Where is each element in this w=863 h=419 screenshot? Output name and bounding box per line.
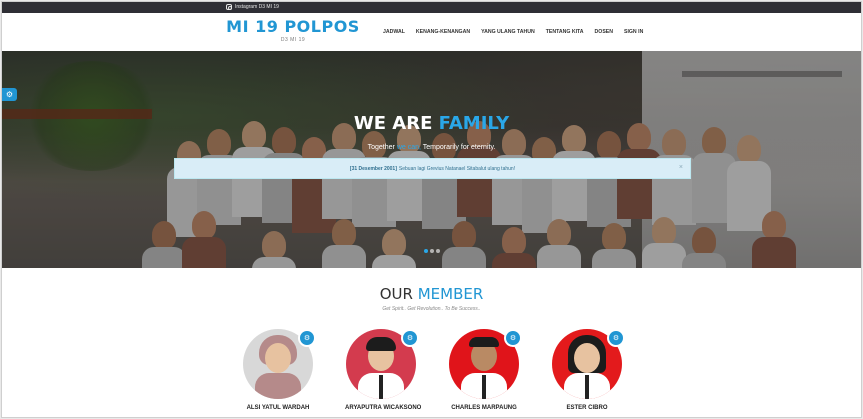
main-nav: JADWAL KENANG-KENANGAN YANG ULANG TAHUN … [383,29,654,35]
member-badge-icon[interactable]: ⚙ [401,329,419,347]
member-photo-face [574,343,600,373]
nav-ulang-tahun[interactable]: YANG ULANG TAHUN [481,29,535,35]
hero-subtitle-accent: we can, [396,144,421,151]
hero-carousel: WE ARE FAMILY Together we can, Temporari… [2,51,861,268]
alert-text: Sebuan lagi Grevius Natanael Sitabalut u… [398,165,516,172]
brand-title: MI 19 POLPOS [226,17,360,36]
member-photo-face [265,343,291,373]
member-badge-icon[interactable]: ⚙ [607,329,625,347]
member-name: CHARLES MARPAUNG [451,405,517,411]
member-badge-icon[interactable]: ⚙ [504,329,522,347]
brand-subtitle: D3 MI 19 [280,37,306,43]
members-tagline: Get Spirit.. Get Revolution.. To Be Succ… [382,306,481,312]
hero-title-text: WE ARE [353,113,439,134]
members-section-title: OUR MEMBER [2,285,861,303]
hero-title: WE ARE FAMILY [2,113,861,134]
member-badge-icon[interactable]: ⚙ [298,329,316,347]
brand-logo[interactable]: MI 19 POLPOS D3 MI 19 [226,17,360,44]
instagram-link[interactable]: Instagram D3 MI 19 [226,4,279,10]
instagram-icon [226,4,232,10]
member-name: ESTER CIBRO [566,405,608,411]
member-card[interactable]: ⚙ ESTER CIBRO [551,329,625,411]
member-photo-hair [366,337,396,351]
member-card[interactable]: ⚙ ALSI YATUL WARDAH [242,329,316,411]
member-photo-tie [585,375,589,399]
nav-sign-in[interactable]: SIGN IN [624,29,643,35]
member-photo-tie [482,375,486,399]
alert-close-button[interactable]: × [679,164,683,171]
instagram-label: Instagram D3 MI 19 [235,4,279,10]
carousel-dot-2[interactable] [430,249,434,253]
member-photo-tie [379,375,383,399]
member-photo-body [255,373,301,399]
hero-subtitle-rest: Temporarily for eternity. [420,144,496,151]
carousel-dot-3[interactable] [436,249,440,253]
member-photo-hair [469,337,499,347]
nav-dosen[interactable]: DOSEN [595,29,613,35]
member-name: ALSI YATUL WARDAH [246,405,310,411]
alert-date: [31 Desember 2001] [349,165,397,172]
carousel-indicators [424,249,440,253]
nav-jadwal[interactable]: JADWAL [383,29,405,35]
hero-title-accent: FAMILY [438,113,510,134]
hero-subtitle-text: Together [367,144,397,151]
member-card[interactable]: ⚙ ARYAPUTRA WICAKSONO [345,329,422,411]
settings-gear-button[interactable]: ⚙ [2,88,17,101]
members-title-accent: MEMBER [417,285,484,303]
birthday-alert: [31 Desember 2001] Sebuan lagi Grevius N… [174,158,691,179]
members-title-text: OUR [379,285,418,303]
site-header: MI 19 POLPOS D3 MI 19 JADWAL KENANG-KENA… [2,13,861,51]
member-card[interactable]: ⚙ CHARLES MARPAUNG [448,329,522,411]
nav-kenang-kenangan[interactable]: KENANG-KENANGAN [416,29,470,35]
browser-page: Instagram D3 MI 19 MI 19 POLPOS D3 MI 19… [1,1,862,418]
gear-icon: ⚙ [5,90,14,99]
top-bar: Instagram D3 MI 19 [2,2,861,13]
nav-tentang-kita[interactable]: TENTANG KITA [546,29,584,35]
member-name: ARYAPUTRA WICAKSONO [345,405,422,411]
carousel-dot-1[interactable] [424,249,428,253]
hero-subtitle: Together we can, Temporarily for eternit… [2,144,861,151]
